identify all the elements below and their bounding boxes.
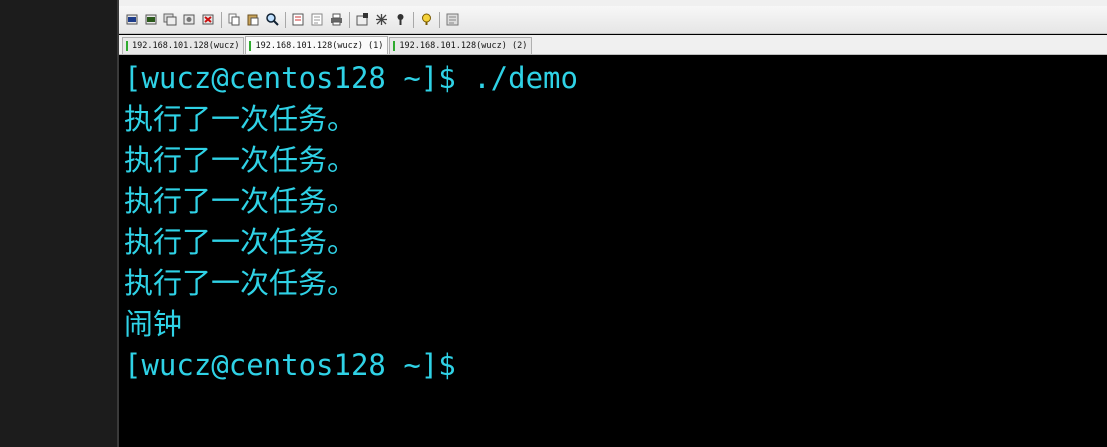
terminal-prompt-line: [wucz@centos128 ~]$ xyxy=(124,348,456,382)
terminal-line: 执行了一次任务。 xyxy=(124,225,357,259)
connection-status-icon xyxy=(393,41,396,51)
info-icon[interactable] xyxy=(444,12,460,28)
copy-icon[interactable] xyxy=(226,12,242,28)
toolbar-separator xyxy=(221,11,222,28)
terminal-line: 执行了一次任务。 xyxy=(124,184,357,218)
paste-icon[interactable] xyxy=(245,12,261,28)
terminal-line: [wucz@centos128 ~]$ ./demo xyxy=(124,61,578,95)
print-setup-icon[interactable] xyxy=(290,12,306,28)
properties-icon[interactable] xyxy=(181,12,197,28)
toolbar-separator xyxy=(349,11,350,28)
connection-status-icon xyxy=(126,41,128,51)
terminal-line: 执行了一次任务。 xyxy=(124,102,357,136)
toolbar xyxy=(119,6,1107,34)
new-session-icon[interactable] xyxy=(124,12,140,28)
terminal-line: 执行了一次任务。 xyxy=(124,143,357,177)
terminal-line: 闹钟 xyxy=(124,307,183,341)
toolbar-separator xyxy=(439,11,440,28)
script-icon[interactable] xyxy=(392,12,408,28)
terminal-app-window: 192.168.101.128(wucz) 192.168.101.128(wu… xyxy=(119,0,1107,447)
session-tab-2[interactable]: 192.168.101.128(wucz) (2) xyxy=(389,37,533,54)
session-tab-label: 192.168.101.128(wucz) (1) xyxy=(255,40,384,51)
help-icon[interactable] xyxy=(418,12,434,28)
reconnect-icon[interactable] xyxy=(143,12,159,28)
print-icon[interactable] xyxy=(328,12,344,28)
left-background-strip xyxy=(0,0,119,447)
toolbar-separator xyxy=(413,11,414,28)
find-icon[interactable] xyxy=(264,12,280,28)
session-tab-0[interactable]: 192.168.101.128(wucz) xyxy=(122,37,245,54)
duplicate-icon[interactable] xyxy=(162,12,178,28)
session-tab-1[interactable]: 192.168.101.128(wucz) (1) xyxy=(245,36,389,54)
disconnect-icon[interactable] xyxy=(200,12,216,28)
session-tab-label: 192.168.101.128(wucz) xyxy=(132,41,240,51)
keymap-icon[interactable] xyxy=(373,12,389,28)
terminal-output[interactable]: [wucz@centos128 ~]$ ./demo 执行了一次任务。 执行了一… xyxy=(119,56,1107,447)
log-icon[interactable] xyxy=(309,12,325,28)
terminal-line: 执行了一次任务。 xyxy=(124,266,357,300)
settings-icon[interactable] xyxy=(354,12,370,28)
session-tab-bar: 192.168.101.128(wucz) 192.168.101.128(wu… xyxy=(119,35,1107,55)
toolbar-separator xyxy=(285,11,286,28)
connection-status-icon xyxy=(249,40,252,51)
session-tab-label: 192.168.101.128(wucz) (2) xyxy=(399,41,528,51)
